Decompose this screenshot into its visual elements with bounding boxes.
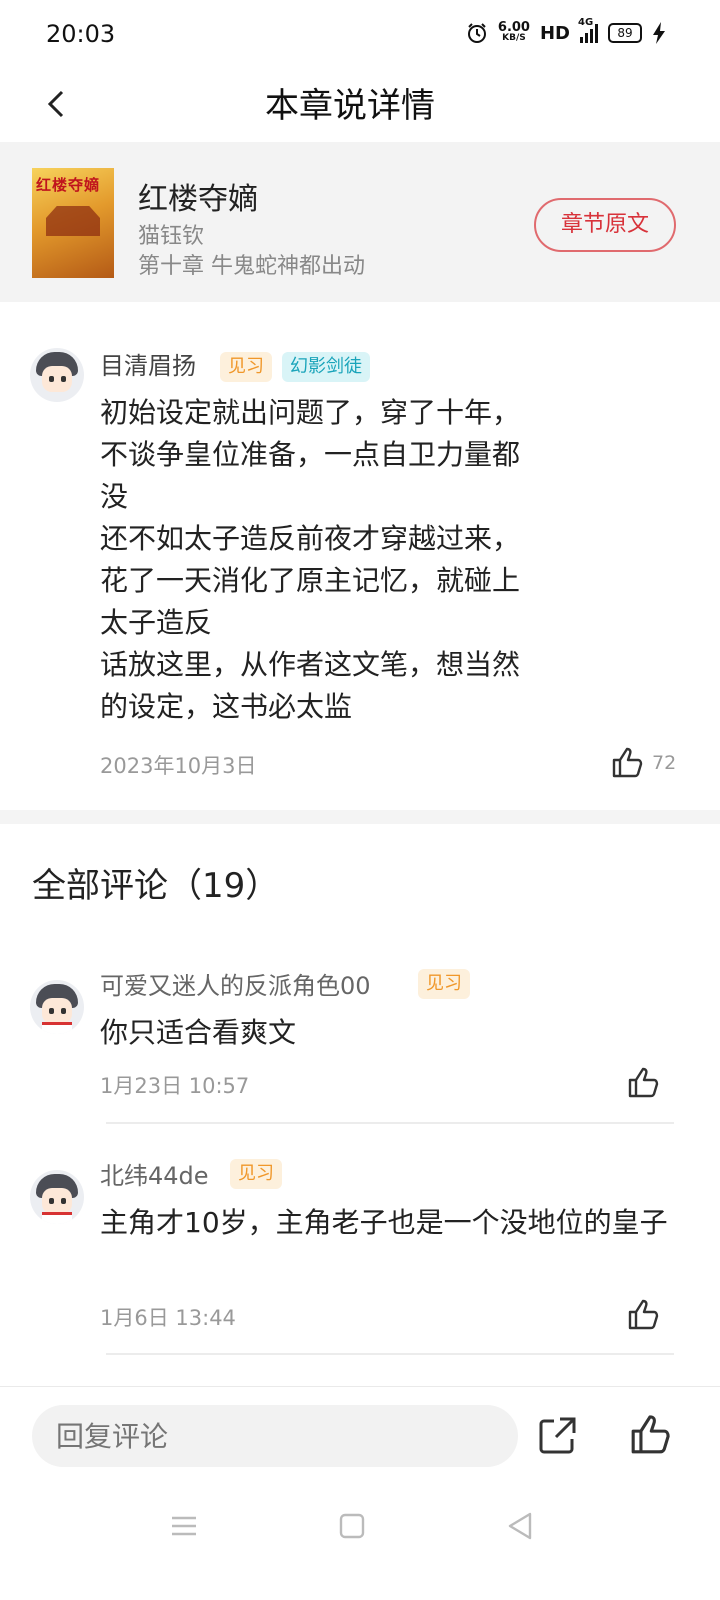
header: 本章说详情 — [0, 70, 720, 142]
status-icons: 6.00 KB/S HD 4G 89 — [466, 17, 666, 44]
comment-separator — [106, 1353, 674, 1355]
reply-bar — [0, 1386, 720, 1483]
status-bar: 20:03 6.00 KB/S HD 4G 89 — [0, 0, 720, 70]
comments-section-title: 全部评论（19） — [32, 866, 280, 906]
alarm-icon — [467, 23, 486, 43]
thumbs-up-icon[interactable] — [626, 1066, 660, 1100]
speed-unit: KB/S — [502, 33, 526, 43]
menu-icon[interactable] — [164, 1506, 204, 1546]
level-badge: 见习 — [418, 969, 470, 999]
home-square-icon[interactable] — [332, 1506, 372, 1546]
main-comment-username[interactable]: 目清眉扬 — [100, 346, 196, 381]
comment-text: 你只适合看爽文 — [100, 1016, 297, 1049]
avatar[interactable] — [30, 348, 84, 402]
level-badge: 见习 — [220, 352, 272, 382]
status-time: 20:03 — [46, 20, 116, 48]
book-cover[interactable]: 红楼夺嫡 — [32, 168, 114, 278]
cover-title: 红楼夺嫡 — [36, 176, 101, 194]
network-speed: 6.00 KB/S — [497, 20, 530, 44]
share-icon[interactable] — [536, 1415, 578, 1457]
network-type: 4G — [578, 17, 594, 28]
comment-text: 主角才10岁，主角老子也是一个没地位的皇子 — [100, 1206, 668, 1239]
chapter-original-button[interactable]: 章节原文 — [534, 198, 676, 252]
battery-icon: 89 — [608, 23, 642, 43]
charging-icon — [653, 22, 665, 44]
book-chapter: 第十章 牛鬼蛇神都出动 — [138, 254, 365, 279]
thumbs-up-icon[interactable] — [628, 1413, 672, 1457]
title-badge: 幻影剑徒 — [282, 352, 370, 382]
level-badge: 见习 — [230, 1159, 282, 1189]
avatar[interactable] — [30, 1170, 84, 1224]
comment-username[interactable]: 北纬44de — [100, 1156, 209, 1191]
thumbs-up-icon[interactable] — [626, 1298, 660, 1332]
thumbs-up-icon[interactable] — [610, 746, 644, 780]
section-divider — [0, 810, 720, 824]
main-comment-date: 2023年10月3日 — [100, 754, 257, 778]
comment-username[interactable]: 可爱又迷人的反派角色00 — [100, 966, 371, 1001]
system-nav-bar — [0, 1482, 720, 1600]
comment-separator — [106, 1122, 674, 1124]
cover-art — [46, 206, 100, 236]
comment-time: 1月23日 10:57 — [100, 1074, 250, 1098]
book-author: 猫钰钦 — [138, 224, 205, 249]
book-title: 红楼夺嫡 — [138, 182, 258, 217]
back-triangle-icon[interactable] — [500, 1506, 540, 1546]
reply-input[interactable] — [32, 1405, 518, 1467]
main-comment-text: 初始设定就出问题了，穿了十年， 不谈争皇位准备，一点自卫力量都 没 还不如太子造… — [100, 396, 521, 723]
avatar[interactable] — [30, 980, 84, 1034]
speed-value: 6.00 — [497, 20, 530, 35]
hd-indicator: HD — [539, 22, 570, 44]
like-count: 72 — [652, 752, 677, 774]
book-card[interactable]: 红楼夺嫡 红楼夺嫡 猫钰钦 第十章 牛鬼蛇神都出动 章节原文 — [0, 142, 720, 302]
comment-time: 1月6日 13:44 — [100, 1306, 236, 1330]
page-title: 本章说详情 — [265, 86, 435, 126]
signal-icon: 4G — [578, 17, 598, 43]
